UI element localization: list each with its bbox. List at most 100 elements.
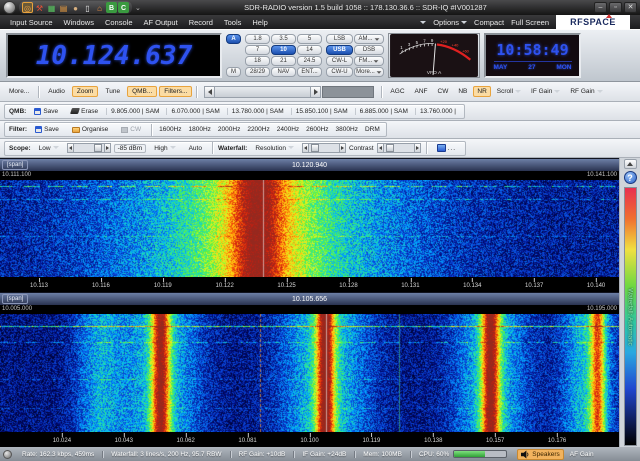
band-18-button[interactable]: 18 — [245, 56, 270, 66]
bandwidth-drm[interactable]: DRM — [363, 126, 382, 133]
slider-right-icon[interactable] — [104, 143, 111, 153]
mode-cwl-button[interactable]: CW-L — [326, 56, 353, 66]
band-24-5-button[interactable]: 24.5 — [297, 56, 322, 66]
mode-lsb-button[interactable]: LSB — [326, 34, 353, 44]
collapse-up-icon[interactable] — [624, 159, 637, 169]
menu-record[interactable]: Record — [189, 18, 213, 27]
band-ent-button[interactable]: ENT... — [297, 67, 322, 77]
waterfall1-span-label[interactable]: [span] — [2, 160, 28, 170]
filter-organise-button[interactable]: Organise — [67, 124, 113, 135]
zoom-button[interactable]: Zoom — [72, 86, 99, 97]
band-28-29-button[interactable]: 28/29 — [245, 67, 270, 77]
badge-b-icon[interactable]: B — [106, 2, 117, 13]
qmb-memory-3[interactable]: 13.780.000 | SAM — [227, 108, 288, 115]
bell-icon[interactable] — [70, 2, 81, 13]
band-3-5-button[interactable]: 3.5 — [271, 34, 296, 44]
slider-left-icon[interactable] — [302, 143, 309, 153]
resolution-slider[interactable] — [302, 143, 346, 153]
band-7-button[interactable]: 7 — [245, 45, 270, 55]
band-10-button[interactable]: 10 — [271, 45, 296, 55]
slider-right-icon[interactable] — [339, 143, 346, 153]
maximize-button[interactable]: ▫ — [609, 2, 622, 13]
calendar-icon[interactable] — [58, 2, 69, 13]
if-gain-dropdown[interactable]: IF Gain — [527, 86, 564, 97]
bandwidth-2400[interactable]: 2400Hz — [275, 126, 301, 133]
scope-auto-button[interactable]: Auto — [184, 143, 207, 154]
mode-fm-button[interactable]: FM... — [354, 56, 384, 66]
filter-save-button[interactable]: Save — [30, 124, 64, 135]
bandwidth-1600[interactable]: 1600Hz — [157, 126, 183, 133]
menu-windows[interactable]: Windows — [64, 18, 94, 27]
qmb-memory-5[interactable]: 6.885.000 | SAM — [355, 108, 412, 115]
home-icon[interactable] — [94, 2, 105, 13]
close-button[interactable]: ✕ — [624, 2, 637, 13]
qmb-erase-button[interactable]: Erase — [66, 106, 103, 117]
compact-button[interactable]: Compact — [474, 18, 504, 27]
bandwidth-3800[interactable]: 3800Hz — [334, 126, 360, 133]
menu-af-output[interactable]: AF Output — [144, 18, 178, 27]
band-5-button[interactable]: 5 — [297, 34, 322, 44]
mode-dsb-button[interactable]: DSB — [354, 45, 384, 55]
resolution-dropdown[interactable]: Resolution — [250, 143, 299, 154]
vfo-a-button[interactable]: A — [226, 34, 241, 44]
contrast-slider[interactable] — [377, 143, 421, 153]
menu-help[interactable]: Help — [252, 18, 267, 27]
tools-icon[interactable] — [34, 2, 45, 13]
slider-left-icon[interactable] — [377, 143, 384, 153]
mode-more-button[interactable]: More... — [354, 67, 384, 77]
app-logo-icon[interactable] — [3, 1, 16, 14]
qmb-memory-4[interactable]: 15.850.100 | SAM — [291, 108, 352, 115]
anf-toggle[interactable]: ANF — [411, 86, 432, 97]
af-gain-label[interactable]: AF Gain — [570, 451, 594, 458]
scroll-right-icon[interactable] — [310, 86, 321, 98]
slider-left-icon[interactable] — [67, 143, 74, 153]
mode-am-button[interactable]: AM... — [354, 34, 384, 44]
qmb-button[interactable]: QMB... — [127, 86, 157, 97]
mode-cwu-button[interactable]: CW-U — [326, 67, 353, 77]
frequency-display[interactable]: 10.124.637 — [6, 33, 222, 78]
scope-low-slider[interactable] — [67, 143, 111, 153]
memory-button[interactable]: M — [226, 67, 241, 77]
filters-button[interactable]: Filters... — [159, 86, 192, 97]
bandwidth-2600[interactable]: 2600Hz — [304, 126, 330, 133]
slider-thumb[interactable] — [311, 144, 319, 152]
slider-thumb[interactable] — [94, 144, 102, 152]
scrollbar-track[interactable] — [215, 86, 310, 98]
rf-gain-dropdown[interactable]: RF Gain — [566, 86, 606, 97]
bandwidth-2000[interactable]: 2000Hz — [216, 126, 242, 133]
slider-thumb[interactable] — [386, 144, 394, 152]
band-14-button[interactable]: 14 — [297, 45, 322, 55]
monitor-icon[interactable] — [46, 2, 57, 13]
nb-toggle[interactable]: NB — [454, 86, 471, 97]
badge-c-icon[interactable]: C — [118, 2, 129, 13]
minimize-button[interactable]: – — [594, 2, 607, 13]
waterfall1-display[interactable] — [0, 180, 619, 277]
scope-low-dropdown[interactable]: Low — [34, 143, 64, 154]
scope-high-dropdown[interactable]: High — [149, 143, 180, 154]
waterfall2-span-label[interactable]: [span] — [2, 294, 28, 304]
bandwidth-1800[interactable]: 1800Hz — [187, 126, 213, 133]
zoom-scrollbar[interactable] — [204, 86, 374, 98]
waterfall2-display[interactable] — [0, 314, 619, 432]
waterfall1-header[interactable]: [span] 10.120.940 — [0, 158, 619, 171]
scroll-left-icon[interactable] — [204, 86, 215, 98]
qmb-memory-1[interactable]: 9.805.000 | SAM — [106, 108, 163, 115]
bandwidth-2200[interactable]: 2200Hz — [245, 126, 271, 133]
full-screen-button[interactable]: Full Screen — [511, 18, 549, 27]
qmb-memory-2[interactable]: 6.070.000 | SAM — [166, 108, 223, 115]
waterfall-options-button[interactable]: ... — [432, 142, 461, 154]
menu-tools[interactable]: Tools — [224, 18, 242, 27]
help-icon[interactable]: ? — [624, 171, 637, 184]
menu-overflow-icon[interactable] — [420, 21, 426, 24]
menu-input-source[interactable]: Input Source — [10, 18, 53, 27]
options-menu[interactable]: Options — [433, 18, 467, 27]
band-1-8-button[interactable]: 1.8 — [245, 34, 270, 44]
slider-right-icon[interactable] — [414, 143, 421, 153]
more-button[interactable]: More... — [4, 86, 34, 97]
agc-toggle[interactable]: AGC — [386, 86, 408, 97]
scroll-dropdown[interactable]: Scroll — [493, 86, 525, 97]
band-21-button[interactable]: 21 — [271, 56, 296, 66]
cw-toggle[interactable]: CW — [434, 86, 453, 97]
document-icon[interactable] — [82, 2, 93, 13]
audio-button[interactable]: Audio — [43, 86, 70, 97]
